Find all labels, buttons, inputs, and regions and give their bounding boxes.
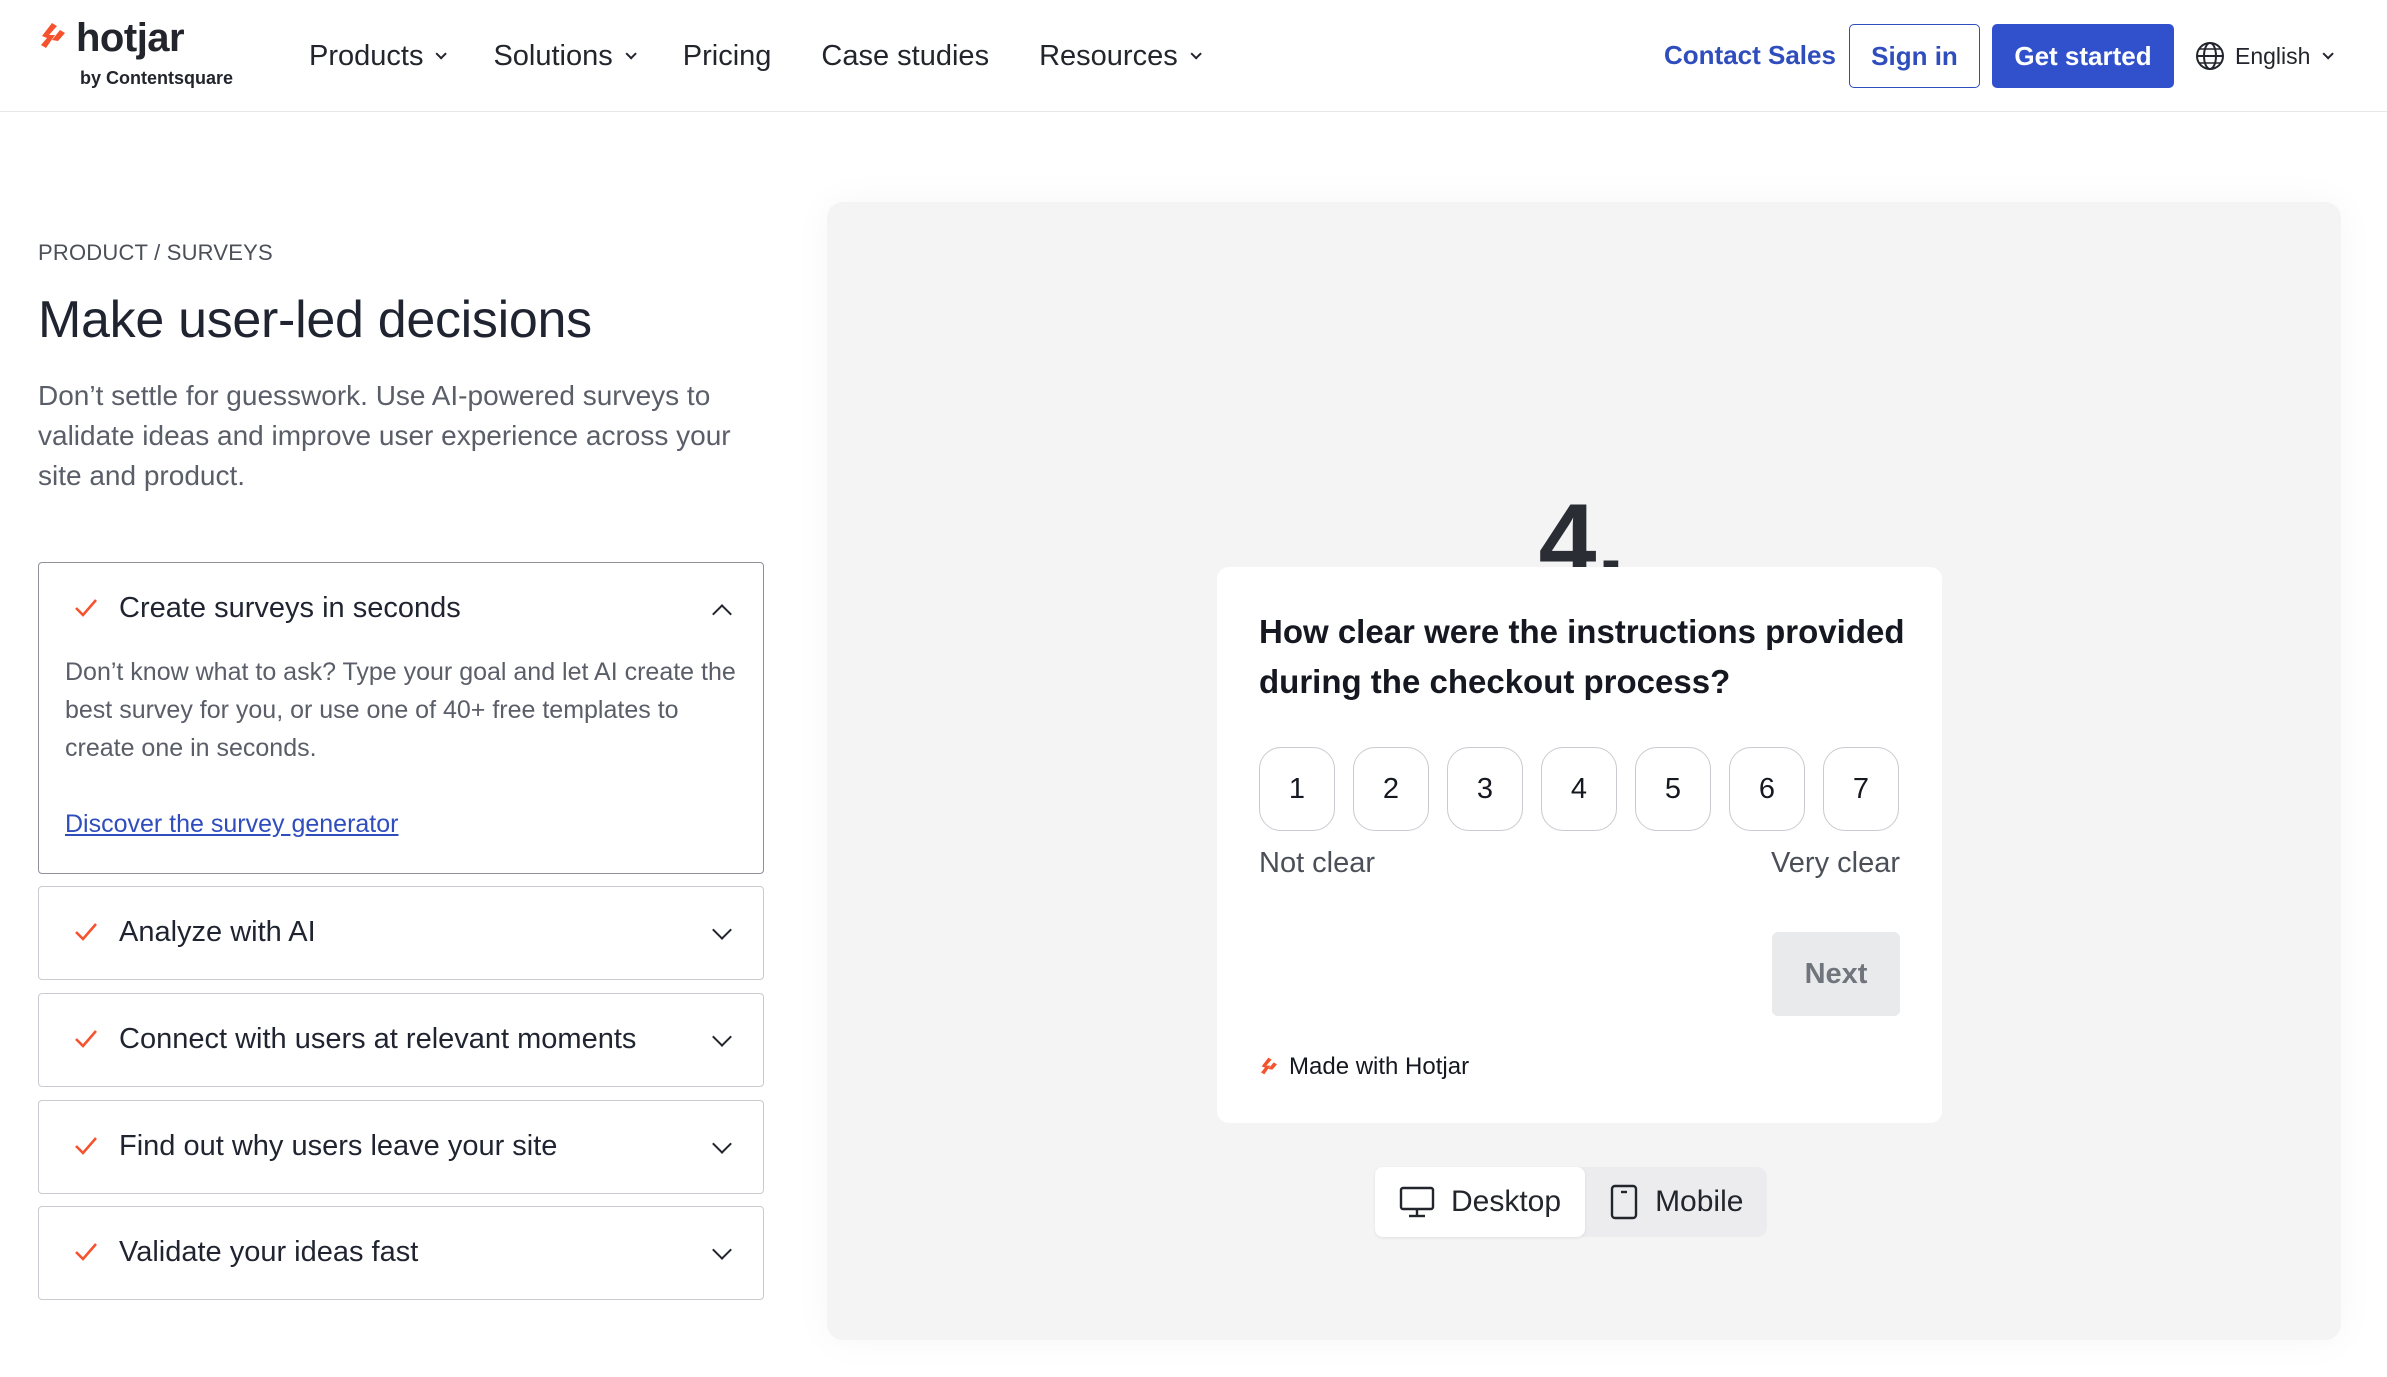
rating-option-7[interactable]: 7 xyxy=(1823,747,1899,831)
nav-resources-label: Resources xyxy=(1039,39,1178,72)
page-title: Make user-led decisions xyxy=(38,291,592,349)
accordion-title: Analyze with AI xyxy=(119,915,316,948)
made-with-hotjar[interactable]: Made with Hotjar xyxy=(1259,1053,1469,1081)
sign-in-button[interactable]: Sign in xyxy=(1849,24,1980,88)
accordion-header[interactable]: Analyze with AI xyxy=(39,887,763,977)
device-mobile-label: Mobile xyxy=(1655,1185,1744,1218)
device-toggle: Desktop Mobile xyxy=(1375,1167,1768,1237)
accordion-header[interactable]: Find out why users leave your site xyxy=(39,1101,763,1191)
accordion-title: Create surveys in seconds xyxy=(119,591,461,624)
mobile-icon xyxy=(1610,1184,1638,1220)
rating-option-1[interactable]: 1 xyxy=(1259,747,1335,831)
hotjar-logo-icon xyxy=(41,23,65,48)
language-label: English xyxy=(2235,42,2311,69)
contact-sales-link[interactable]: Contact Sales xyxy=(1664,40,1836,71)
language-selector[interactable]: English xyxy=(2195,38,2335,74)
logo-subtitle: by Contentsquare xyxy=(80,68,234,88)
chevron-down-icon xyxy=(2322,48,2335,60)
nav-case-studies[interactable]: Case studies xyxy=(821,40,989,73)
nav-products[interactable]: Products xyxy=(309,39,448,73)
accordion-header[interactable]: Create surveys in seconds xyxy=(39,563,763,653)
survey-question: How clear were the instructions provided… xyxy=(1259,613,1905,700)
rating-option-4[interactable]: 4 xyxy=(1541,747,1617,831)
scale-label-high: Very clear xyxy=(1771,847,1900,879)
desktop-icon xyxy=(1399,1186,1435,1218)
accordion-body: Don’t know what to ask? Type your goal a… xyxy=(39,653,763,843)
globe-icon xyxy=(2196,42,2224,70)
chevron-down-icon[interactable] xyxy=(712,920,732,940)
chevron-down-icon xyxy=(1190,48,1202,60)
nav-solutions-label: Solutions xyxy=(493,39,613,72)
page-intro: Don’t settle for guesswork. Use AI-power… xyxy=(38,380,731,491)
accordion-title: Validate your ideas fast xyxy=(119,1235,419,1268)
nav-case-studies-label: Case studies xyxy=(821,39,990,72)
breadcrumb: PRODUCT / SURVEYS xyxy=(38,240,273,265)
nav-resources[interactable]: Resources xyxy=(1039,39,1202,73)
rating-option-2[interactable]: 2 xyxy=(1353,747,1429,831)
hotjar-logo-icon xyxy=(1261,1057,1277,1075)
accordion-title: Connect with users at relevant moments xyxy=(119,1022,637,1055)
nav-pricing[interactable]: Pricing xyxy=(683,40,772,73)
chevron-down-icon[interactable] xyxy=(712,1240,732,1260)
feature-accordion-users-leave[interactable]: Find out why users leave your site xyxy=(38,1100,764,1194)
checkmark-icon xyxy=(75,599,97,617)
rating-option-6[interactable]: 6 xyxy=(1729,747,1805,831)
feature-accordion-create-surveys: Create surveys in seconds Don’t know wha… xyxy=(38,562,764,874)
checkmark-icon xyxy=(75,1137,97,1155)
site-header: hotjar by Contentsquare Products Solutio… xyxy=(0,0,2387,112)
chevron-down-icon[interactable] xyxy=(712,1134,732,1154)
feature-accordion-connect-users[interactable]: Connect with users at relevant moments xyxy=(38,993,764,1087)
checkmark-icon xyxy=(75,1243,97,1261)
nav-products-label: Products xyxy=(309,39,424,72)
next-button[interactable]: Next xyxy=(1772,932,1900,1016)
rating-option-3[interactable]: 3 xyxy=(1447,747,1523,831)
rating-scale: 1 2 3 4 5 6 7 xyxy=(1259,747,1899,831)
get-started-button[interactable]: Get started xyxy=(1992,24,2174,88)
nav-solutions[interactable]: Solutions xyxy=(493,39,637,73)
main-nav: Products Solutions Pricing Case studies … xyxy=(309,36,1248,76)
scale-label-low: Not clear xyxy=(1259,847,1376,879)
feature-accordion-analyze-ai[interactable]: Analyze with AI xyxy=(38,886,764,980)
survey-card: How clear were the instructions provided… xyxy=(1217,567,1942,1123)
logo-wordmark: hotjar xyxy=(76,16,185,60)
survey-generator-link[interactable]: Discover the survey generator xyxy=(65,805,398,843)
accordion-header[interactable]: Validate your ideas fast xyxy=(39,1207,763,1297)
checkmark-icon xyxy=(75,1030,97,1048)
device-desktop-button[interactable]: Desktop xyxy=(1375,1167,1586,1237)
nav-pricing-label: Pricing xyxy=(682,39,772,72)
device-mobile-button[interactable]: Mobile xyxy=(1585,1167,1767,1237)
chevron-down-icon[interactable] xyxy=(712,1027,732,1047)
checkmark-icon xyxy=(75,923,97,941)
accordion-header[interactable]: Connect with users at relevant moments xyxy=(39,994,763,1084)
made-with-hotjar-label: Made with Hotjar xyxy=(1289,1053,1470,1080)
accordion-title: Find out why users leave your site xyxy=(119,1129,558,1162)
chevron-down-icon xyxy=(625,48,637,60)
rating-option-5[interactable]: 5 xyxy=(1635,747,1711,831)
chevron-down-icon xyxy=(435,48,448,60)
feature-accordion-validate-ideas[interactable]: Validate your ideas fast xyxy=(38,1206,764,1300)
hotjar-logo[interactable]: hotjar by Contentsquare xyxy=(38,16,258,94)
device-desktop-label: Desktop xyxy=(1451,1185,1562,1218)
chevron-up-icon[interactable] xyxy=(712,604,732,624)
accordion-body-text: Don’t know what to ask? Type your goal a… xyxy=(65,658,736,762)
